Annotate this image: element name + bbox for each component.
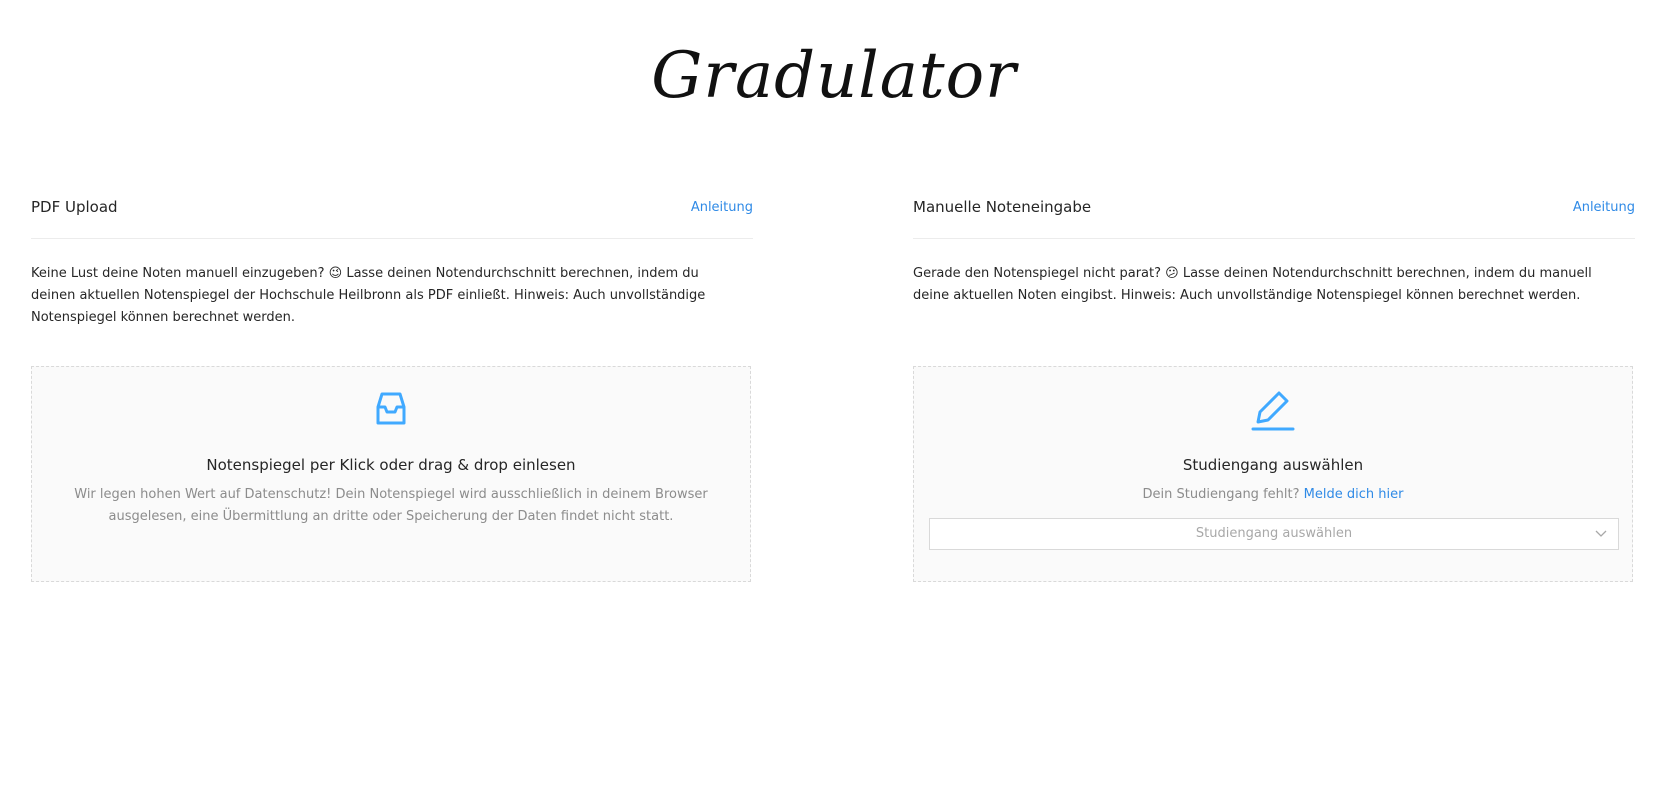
card-header: Manuelle Noteneingabe Anleitung <box>913 190 1635 239</box>
card-title: PDF Upload <box>31 198 118 216</box>
course-select-placeholder: Studiengang auswählen <box>1195 526 1353 541</box>
course-select[interactable]: Studiengang auswählen <box>929 518 1619 550</box>
pdf-upload-card: PDF Upload Anleitung Keine Lust deine No… <box>31 190 753 582</box>
panel-title: Studiengang auswählen <box>1182 456 1364 474</box>
missing-course-text: Dein Studiengang fehlt? <box>1142 487 1300 502</box>
manual-entry-card: Manuelle Noteneingabe Anleitung Gerade d… <box>913 190 1635 582</box>
card-title: Manuelle Noteneingabe <box>913 198 1092 216</box>
manual-help-link[interactable]: Anleitung <box>1573 200 1635 215</box>
panel-hint: Dein Studiengang fehlt? Melde dich hier <box>920 484 1626 506</box>
dropzone-hint: Wir legen hohen Wert auf Datenschutz! De… <box>74 487 708 524</box>
card-header: PDF Upload Anleitung <box>31 190 753 239</box>
chevron-down-icon <box>1594 519 1608 549</box>
pdf-dropzone[interactable]: Notenspiegel per Klick oder drag & drop … <box>31 366 751 582</box>
card-description: Keine Lust deine Noten manuell einzugebe… <box>31 266 706 325</box>
edit-icon <box>914 387 1632 431</box>
dropzone-title: Notenspiegel per Klick oder drag & drop … <box>206 456 576 474</box>
manual-entry-panel: Studiengang auswählen Dein Studiengang f… <box>913 366 1633 582</box>
page: Gradulator PDF Upload Anleitung Keine Lu… <box>0 0 1668 802</box>
inbox-icon <box>32 387 750 431</box>
app-logo: Gradulator <box>651 39 1017 113</box>
card-description: Gerade den Notenspiegel nicht parat? 😕 L… <box>913 266 1592 303</box>
report-course-link[interactable]: Melde dich hier <box>1304 487 1404 502</box>
pdf-help-link[interactable]: Anleitung <box>691 200 753 215</box>
